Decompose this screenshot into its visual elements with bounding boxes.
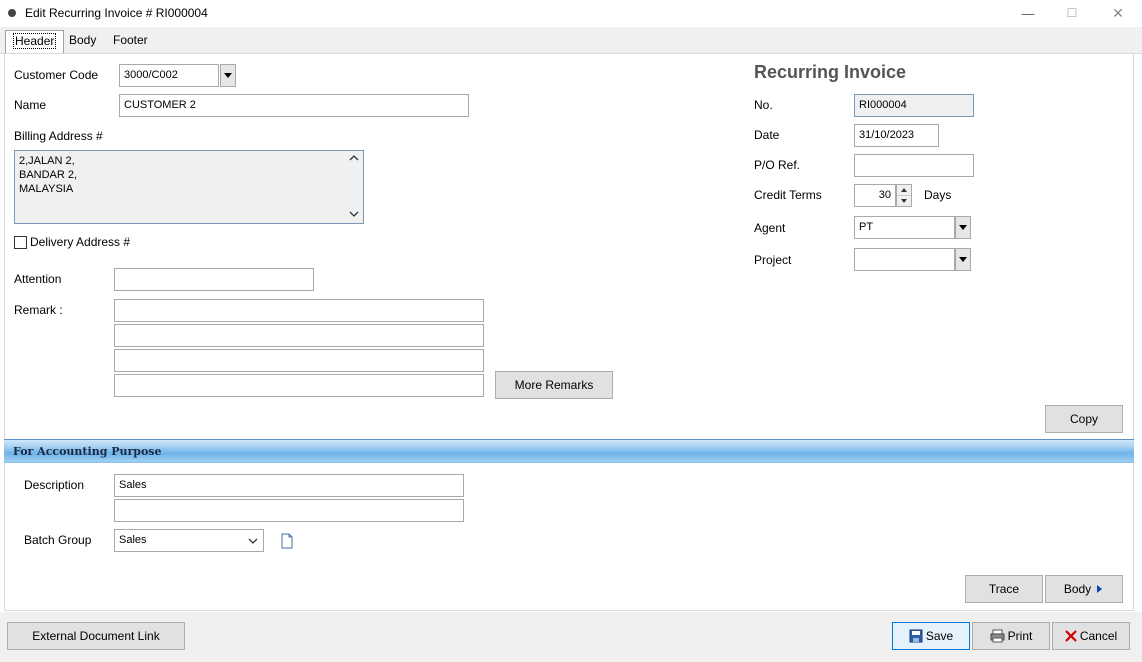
date-input[interactable]: 31/10/2023 — [854, 124, 939, 147]
tab-header-label: Header — [13, 33, 57, 49]
stepper-up-icon[interactable] — [897, 185, 911, 196]
copy-button[interactable]: Copy — [1045, 405, 1123, 433]
trace-button[interactable]: Trace — [965, 575, 1043, 603]
title-bar: Edit Recurring Invoice # RI000004 — ☐ ✕ — [0, 0, 1142, 27]
po-ref-input[interactable] — [854, 154, 974, 177]
print-button[interactable]: Print — [972, 622, 1050, 650]
window-title: Edit Recurring Invoice # RI000004 — [25, 6, 208, 20]
invoice-no-field: RI000004 — [854, 94, 974, 117]
billing-line: MALAYSIA — [19, 183, 74, 195]
accounting-section-title: For Accounting Purpose — [13, 445, 162, 458]
save-button[interactable]: Save — [892, 622, 970, 650]
batch-group-label: Batch Group — [24, 533, 92, 547]
maximize-button[interactable]: ☐ — [1057, 3, 1087, 23]
attention-input[interactable] — [114, 268, 314, 291]
save-icon — [909, 629, 923, 643]
cancel-button[interactable]: Cancel — [1052, 622, 1130, 650]
chevron-down-icon — [959, 225, 967, 230]
delivery-address-checkbox[interactable] — [14, 236, 27, 249]
minimize-button[interactable]: — — [1013, 3, 1043, 23]
app-icon — [8, 9, 16, 17]
page-title: Recurring Invoice — [754, 62, 907, 82]
print-label: Print — [1007, 629, 1033, 643]
po-ref-label: P/O Ref. — [754, 158, 801, 172]
project-label: Project — [754, 253, 792, 267]
name-label: Name — [14, 98, 47, 112]
body-nav-button[interactable]: Body — [1045, 575, 1123, 603]
date-label: Date — [754, 128, 780, 142]
customer-code-input[interactable]: 3000/C002 — [119, 64, 219, 87]
name-input[interactable]: CUSTOMER 2 — [119, 94, 469, 117]
cancel-x-icon — [1065, 630, 1077, 642]
stepper-down-icon[interactable] — [897, 196, 911, 206]
body-nav-label: Body — [1063, 582, 1092, 596]
tab-strip: Header Body Footer — [0, 27, 1142, 54]
billing-address-label[interactable]: Billing Address # — [14, 129, 103, 143]
cancel-label: Cancel — [1079, 629, 1118, 643]
remark-input-2[interactable] — [114, 324, 484, 347]
project-dropdown[interactable] — [955, 248, 971, 271]
remark-input-4[interactable] — [114, 374, 484, 397]
tab-header[interactable]: Header — [5, 30, 65, 53]
customer-code-dropdown[interactable] — [220, 64, 236, 87]
external-document-link-button[interactable]: External Document Link — [7, 622, 185, 650]
remark-input-1[interactable] — [114, 299, 484, 322]
scroll-arrows-icon — [349, 155, 359, 217]
chevron-down-icon — [248, 538, 258, 544]
save-label: Save — [925, 629, 954, 643]
description-label: Description — [24, 478, 85, 492]
credit-terms-label: Credit Terms — [754, 188, 822, 202]
description-input[interactable]: Sales — [114, 474, 464, 497]
batch-group-dropdown[interactable] — [244, 530, 262, 551]
project-input[interactable] — [854, 248, 955, 271]
agent-label: Agent — [754, 221, 786, 235]
credit-terms-stepper[interactable] — [896, 184, 912, 207]
credit-terms-unit: Days — [924, 188, 952, 202]
chevron-down-icon — [224, 73, 232, 78]
billing-line: BANDAR 2, — [19, 169, 78, 181]
no-label: No. — [754, 98, 773, 112]
billing-address-textarea[interactable]: 2,JALAN 2, BANDAR 2, MALAYSIA — [14, 150, 364, 224]
delivery-address-label[interactable]: Delivery Address # — [30, 235, 130, 249]
billing-line: 2,JALAN 2, — [19, 155, 75, 167]
customer-code-label: Customer Code — [14, 68, 99, 82]
accounting-section-bar — [4, 439, 1134, 463]
printer-icon — [990, 629, 1005, 643]
attention-label: Attention — [14, 272, 62, 286]
remark-input-3[interactable] — [114, 349, 484, 372]
billing-scrollbar[interactable] — [346, 151, 362, 223]
description-input-2[interactable] — [114, 499, 464, 522]
document-icon — [281, 533, 293, 549]
agent-dropdown[interactable] — [955, 216, 971, 239]
credit-terms-input[interactable]: 30 — [854, 184, 896, 207]
more-remarks-button[interactable]: More Remarks — [495, 371, 613, 399]
new-document-icon[interactable] — [280, 533, 294, 549]
tab-body[interactable]: Body — [62, 29, 103, 53]
tab-footer[interactable]: Footer — [106, 29, 155, 53]
chevron-down-icon — [959, 257, 967, 262]
remark-label: Remark : — [14, 303, 63, 317]
close-button[interactable]: ✕ — [1103, 3, 1133, 23]
arrow-right-icon — [1097, 585, 1103, 593]
agent-input[interactable]: PT — [854, 216, 955, 239]
batch-group-select[interactable]: Sales — [114, 529, 264, 552]
